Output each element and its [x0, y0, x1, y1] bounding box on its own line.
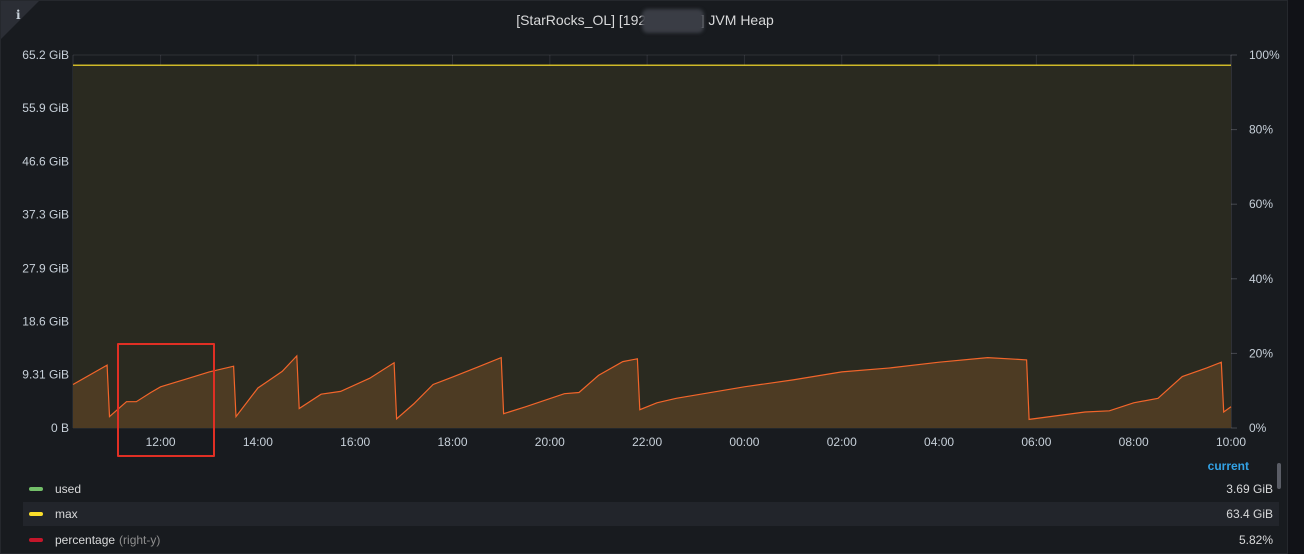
y-right-tick-label: 40% [1249, 272, 1273, 286]
legend-label: max [55, 507, 78, 521]
legend-current-header[interactable]: current [1208, 459, 1249, 473]
x-tick-label: 00:00 [729, 435, 759, 449]
x-tick-label: 06:00 [1021, 435, 1051, 449]
y-left-tick-label: 0 B [51, 421, 69, 435]
jvm-heap-panel: i [StarRocks_OL] [192.16 3030] JVM Heap … [0, 0, 1288, 554]
used-area [73, 65, 1231, 428]
legend-value: 3.69 GiB [1226, 482, 1273, 496]
y-axis-left: 0 B 9.31 GiB 18.6 GiB 27.9 GiB 37.3 GiB 46.6 … [22, 48, 69, 435]
max-swatch-icon [29, 512, 43, 516]
x-tick-label: 10:00 [1216, 435, 1246, 449]
legend-label: used [55, 482, 82, 496]
x-tick-label: 02:00 [827, 435, 857, 449]
y-right-tick-label: 60% [1249, 197, 1273, 211]
y-right-tick-label: 100% [1249, 48, 1280, 62]
y-axis-right: 0% 20% 40% 60% 80% 100% [1249, 48, 1280, 435]
legend-item-used[interactable]: used 3.69 GiB [23, 477, 1279, 501]
legend-value: 5.82% [1238, 533, 1273, 547]
x-axis: 12:00 14:00 16:00 18:00 20:00 22:00 00:00 02:00… [146, 435, 1247, 449]
y-left-tick-label: 27.9 GiB [22, 261, 69, 275]
x-tick-label: 18:00 [437, 435, 467, 449]
y-left-tick-label: 18.6 GiB [22, 315, 69, 329]
legend-value: 63.4 GiB [1226, 507, 1273, 521]
y-left-tick-label: 55.9 GiB [22, 101, 69, 115]
y-left-tick-label: 37.3 GiB [22, 208, 69, 222]
x-tick-label: 16:00 [340, 435, 370, 449]
x-tick-label: 22:00 [632, 435, 662, 449]
x-tick-label: 08:00 [1119, 435, 1149, 449]
percentage-swatch-icon [29, 538, 43, 542]
x-tick-label: 14:00 [243, 435, 273, 449]
y-left-tick-label: 46.6 GiB [22, 154, 69, 168]
max-area [73, 65, 1231, 428]
x-tick-label: 04:00 [924, 435, 954, 449]
used-swatch-icon [29, 487, 43, 491]
y-left-tick-label: 65.2 GiB [22, 48, 69, 62]
y-right-tick-label: 80% [1249, 123, 1273, 137]
highlight-annotation-box [117, 343, 215, 457]
legend-label: percentage (right-y) [55, 533, 161, 547]
y-right-tick-label: 0% [1249, 421, 1267, 435]
y-right-tick-label: 20% [1249, 346, 1273, 360]
legend-item-max[interactable]: max 63.4 GiB [23, 502, 1279, 526]
legend-item-percentage[interactable]: percentage (right-y) 5.82% [23, 528, 1279, 552]
x-tick-label: 20:00 [535, 435, 565, 449]
y-left-tick-label: 9.31 GiB [22, 368, 69, 382]
